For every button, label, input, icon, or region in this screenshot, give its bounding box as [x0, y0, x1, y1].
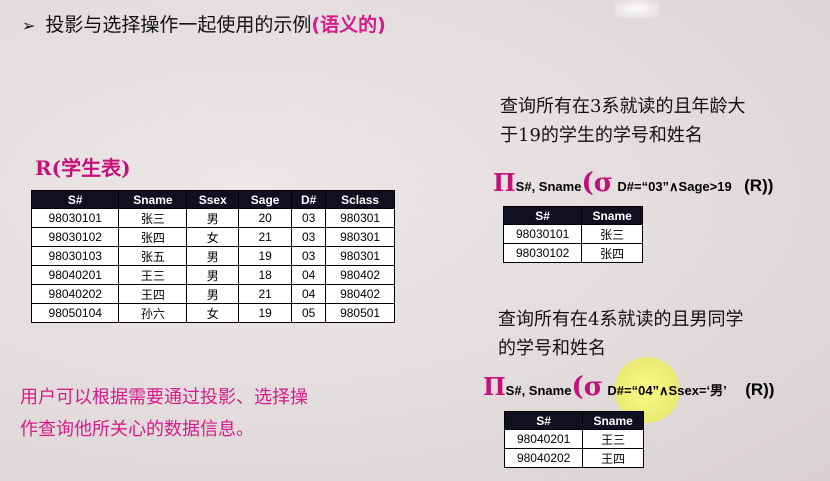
table-row: 98030102 张四 女 21 03 980301 [30, 227, 395, 247]
table-cell: 05 [291, 303, 327, 323]
query2-result-table: S# Sname 98040201 王三 98040202 王四 [503, 411, 644, 468]
open-paren: ( [571, 372, 584, 402]
table-row: 98040202 王四 [503, 448, 644, 468]
query1-result-table: S# Sname 98030101 张三 98030102 张四 [502, 206, 643, 263]
table-cell: 98040202 [503, 448, 584, 468]
table-cell: 20 [238, 208, 293, 228]
table-cell: 98030101 [30, 208, 120, 228]
query2-formula: ΠS#, Sname(σ D#=“04”∧Ssex=‘男’ (R)) [483, 372, 774, 402]
table-row: 98040201 王三 [503, 429, 644, 449]
table-header-row: S# Sname [503, 411, 644, 430]
projection-symbol: Π [493, 168, 516, 197]
table-cell: 98030102 [30, 227, 120, 247]
relation-argument: (R)) [744, 176, 774, 195]
selection-symbol: σ [593, 168, 613, 198]
table-cell: 98050104 [30, 303, 120, 323]
table-cell: 女 [186, 303, 240, 323]
selection-condition: D#=“03”∧Sage>19 [617, 179, 732, 194]
slide-title: ➢ 投影与选择操作一起使用的示例(语义的) [22, 10, 386, 37]
table-cell: 04 [291, 284, 327, 304]
projector-glare [615, 0, 659, 18]
projection-symbol: Π [483, 372, 506, 401]
table-cell: 张三 [581, 224, 643, 244]
title-highlight: (语义的) [311, 14, 386, 36]
table-cell: 张四 [118, 227, 188, 247]
table-cell: 03 [291, 246, 327, 266]
summary-note-line1: 用户可以根据需要通过投影、选择操 [20, 387, 308, 408]
query1-question: 查询所有在3系就读的且年龄大 于19的学生的学号和姓名 [500, 92, 745, 150]
column-header: Sname [582, 411, 644, 430]
table-row: 98040201 王三 男 18 04 980402 [30, 265, 395, 285]
title-text: 投影与选择操作一起使用的示例 [45, 14, 312, 36]
table-cell: 男 [186, 284, 240, 304]
table-header-row: S# Sname [502, 206, 643, 225]
table-cell: 980301 [325, 208, 395, 228]
column-header: S# [502, 206, 583, 225]
column-header: Sclass [325, 190, 395, 209]
query1-question-line2: 于19的学生的学号和姓名 [500, 125, 703, 146]
column-header: Sname [581, 206, 643, 225]
table-cell: 王四 [582, 448, 644, 468]
column-header: Sage [238, 190, 293, 209]
table-row: 98030101 张三 男 20 03 980301 [30, 208, 395, 228]
table-cell: 张三 [118, 208, 188, 228]
table-cell: 21 [238, 227, 293, 247]
relation-argument: (R)) [745, 380, 775, 399]
table-cell: 04 [291, 265, 327, 285]
table-cell: 98030103 [30, 246, 120, 266]
table-cell: 980301 [325, 227, 395, 247]
table-cell: 98040202 [30, 284, 120, 304]
table-cell: 18 [238, 265, 293, 285]
selection-symbol: σ [583, 372, 603, 402]
relation-label: R(学生表) [35, 156, 131, 180]
table-cell: 张四 [581, 243, 643, 263]
table-row: 98040202 王四 男 21 04 980402 [30, 284, 395, 304]
query1-question-line1: 查询所有在3系就读的且年龄大 [500, 96, 746, 117]
selection-condition: D#=“04”∧Ssex=‘男’ [607, 383, 727, 398]
table-cell: 张五 [118, 246, 188, 266]
column-header: D# [291, 190, 327, 209]
summary-note: 用户可以根据需要通过投影、选择操 作查询他所关心的数据信息。 [20, 382, 420, 446]
table-row: 98030103 张五 男 19 03 980301 [30, 246, 395, 266]
table-cell: 王三 [582, 429, 644, 449]
table-row: 98050104 孙六 女 19 05 980501 [30, 303, 395, 323]
column-header: S# [503, 411, 584, 430]
table-row: 98030101 张三 [502, 224, 643, 244]
table-header-row: S# Sname Ssex Sage D# Sclass [30, 190, 395, 209]
table-cell: 女 [186, 227, 240, 247]
table-cell: 03 [291, 208, 327, 228]
table-cell: 980402 [325, 284, 395, 304]
table-cell: 孙六 [118, 303, 188, 323]
projection-attributes: S#, Sname [515, 179, 582, 194]
table-cell: 98040201 [30, 265, 120, 285]
table-cell: 98030102 [502, 243, 583, 263]
projection-attributes: S#, Sname [505, 383, 572, 398]
table-cell: 男 [186, 246, 240, 266]
table-cell: 王三 [118, 265, 188, 285]
table-cell: 98040201 [503, 429, 584, 449]
query1-formula: ΠS#, Sname(σ D#=“03”∧Sage>19 (R)) [493, 168, 773, 198]
table-cell: 98030101 [502, 224, 583, 244]
summary-note-line2: 作查询他所关心的数据信息。 [20, 419, 254, 440]
open-paren: ( [581, 168, 594, 198]
table-cell: 980402 [325, 265, 395, 285]
table-cell: 王四 [118, 284, 188, 304]
table-row: 98030102 张四 [502, 243, 643, 263]
table-cell: 19 [238, 246, 293, 266]
bullet-arrow-icon: ➢ [22, 16, 36, 35]
query2-question: 查询所有在4系就读的且男同学 的学号和姓名 [498, 305, 743, 363]
column-header: Sname [118, 190, 188, 209]
student-table: S# Sname Ssex Sage D# Sclass 98030101 张三… [30, 190, 395, 323]
table-cell: 19 [238, 303, 293, 323]
column-header: S# [30, 190, 120, 209]
table-cell: 980501 [325, 303, 395, 323]
column-header: Ssex [186, 190, 240, 209]
table-cell: 男 [186, 208, 240, 228]
table-cell: 21 [238, 284, 293, 304]
table-cell: 980301 [325, 246, 395, 266]
table-cell: 男 [186, 265, 240, 285]
table-cell: 03 [291, 227, 327, 247]
query2-question-line1: 查询所有在4系就读的且男同学 [498, 309, 744, 330]
query2-question-line2: 的学号和姓名 [498, 338, 606, 359]
